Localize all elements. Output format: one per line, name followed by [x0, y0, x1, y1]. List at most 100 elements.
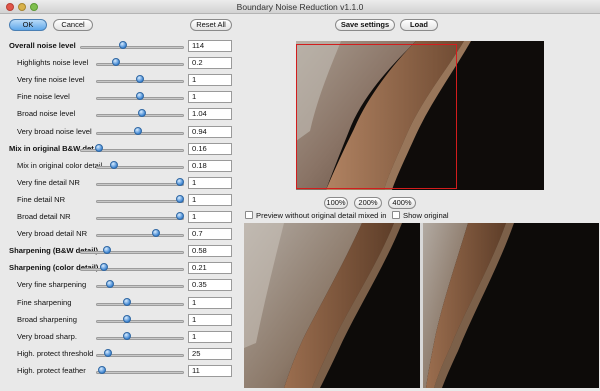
- slider-knob[interactable]: [105, 280, 114, 289]
- slider-row: Very fine detail NR 1: [0, 176, 240, 192]
- slider-track[interactable]: [96, 182, 184, 186]
- slider-label: Very broad detail NR: [17, 229, 88, 239]
- reset-all-button[interactable]: Reset All: [190, 19, 232, 31]
- slider-value-field[interactable]: 0.2: [188, 57, 232, 70]
- show-original-checkbox[interactable]: [392, 211, 400, 219]
- slider-value-field[interactable]: 0.58: [188, 245, 232, 258]
- preview-without-original-label: Preview without original detail mixed in: [256, 211, 387, 220]
- slider-value-field[interactable]: 1: [188, 330, 232, 343]
- slider-row: High. protect feather 11: [0, 364, 240, 380]
- slider-track[interactable]: [80, 268, 184, 272]
- slider-label: Highlights noise level: [17, 58, 89, 68]
- slider-knob[interactable]: [123, 314, 132, 323]
- slider-track[interactable]: [96, 336, 184, 340]
- split-preview-photo: [244, 223, 599, 388]
- slider-row: Very fine sharpening 0.35: [0, 278, 240, 294]
- slider-value-field[interactable]: 1.04: [188, 108, 232, 121]
- slider-row: Very fine noise level 1: [0, 73, 240, 89]
- slider-row: Mix in original color detail 0.18: [0, 159, 240, 175]
- slider-value-field[interactable]: 1: [188, 211, 232, 223]
- slider-value-field[interactable]: 114: [188, 40, 232, 52]
- zoom-200-button[interactable]: 200%: [354, 197, 382, 209]
- slider-value-field[interactable]: 1: [188, 296, 232, 309]
- slider-knob[interactable]: [176, 212, 184, 220]
- slider-knob[interactable]: [137, 109, 146, 118]
- slider-label: Fine noise level: [17, 92, 70, 102]
- slider-value-field[interactable]: 0.16: [188, 142, 232, 155]
- slider-row: Very broad noise level 0.94: [0, 125, 240, 141]
- slider-row: Fine sharpening 1: [0, 296, 240, 312]
- slider-knob[interactable]: [123, 331, 132, 340]
- slider-knob[interactable]: [104, 348, 112, 357]
- slider-row: Broad noise level 1.04: [0, 107, 240, 123]
- save-settings-button[interactable]: Save settings: [335, 19, 395, 31]
- slider-track[interactable]: [96, 199, 184, 203]
- slider-row: Very broad sharp. 1: [0, 330, 240, 346]
- slider-value-field[interactable]: 1: [188, 193, 232, 206]
- zoom-100-button[interactable]: 100%: [324, 197, 348, 209]
- split-preview[interactable]: [244, 223, 599, 388]
- cave-rock-photo: [296, 41, 544, 190]
- slider-knob[interactable]: [176, 177, 184, 186]
- slider-track[interactable]: [96, 302, 184, 306]
- slider-label: Very fine detail NR: [17, 177, 80, 187]
- slider-label: High. protect feather: [17, 365, 86, 375]
- ok-button[interactable]: OK: [9, 19, 47, 31]
- slider-label: Very broad noise level: [17, 126, 92, 136]
- slider-row: Mix in original B&W det. 0.16: [0, 142, 240, 158]
- slider-row: Overall noise level 114: [0, 39, 240, 55]
- slider-value-field[interactable]: 11: [188, 364, 232, 377]
- zoom-400-button[interactable]: 400%: [388, 197, 416, 209]
- slider-label: Broad detail NR: [17, 212, 71, 221]
- slider-row: Broad sharpening 1: [0, 313, 240, 329]
- slider-value-field[interactable]: 0.7: [188, 228, 232, 241]
- slider-value-field[interactable]: 0.18: [188, 159, 232, 172]
- slider-label: Fine sharpening: [17, 297, 72, 307]
- slider-value-field[interactable]: 0.94: [188, 125, 232, 138]
- slider-label: Broad sharpening: [17, 314, 77, 324]
- slider-row: Broad detail NR 1: [0, 210, 240, 226]
- slider-value-field[interactable]: 0.21: [188, 262, 232, 275]
- slider-label: Very fine sharpening: [17, 280, 87, 290]
- slider-value-field[interactable]: 25: [188, 347, 232, 360]
- slider-knob[interactable]: [95, 143, 104, 152]
- slider-track[interactable]: [96, 217, 184, 220]
- preview-image[interactable]: [296, 41, 544, 190]
- slider-row: High. protect threshold 25: [0, 347, 240, 363]
- slider-track[interactable]: [96, 165, 184, 169]
- slider-row: Fine detail NR 1: [0, 193, 240, 209]
- slider-value-field[interactable]: 1: [188, 176, 232, 189]
- slider-knob[interactable]: [176, 194, 184, 203]
- slider-row: Fine noise level 1: [0, 90, 240, 106]
- slider-knob[interactable]: [123, 297, 132, 306]
- slider-value-field[interactable]: 1: [188, 74, 232, 87]
- slider-track[interactable]: [96, 370, 184, 374]
- main-window: Boundary Noise Reduction v1.1.0 OK Cance…: [0, 0, 600, 391]
- preview-without-original-checkbox[interactable]: [245, 211, 253, 219]
- slider-label: Overall noise level: [9, 41, 76, 50]
- slider-value-field[interactable]: 0.35: [188, 279, 232, 292]
- slider-label: Very broad sharp.: [17, 331, 77, 341]
- cancel-button[interactable]: Cancel: [53, 19, 93, 31]
- load-button[interactable]: Load: [400, 19, 438, 31]
- slider-label: Broad noise level: [17, 109, 76, 119]
- title-bar: Boundary Noise Reduction v1.1.0: [0, 0, 600, 14]
- show-original-label: Show original: [403, 211, 449, 220]
- slider-track[interactable]: [80, 251, 184, 255]
- slider-value-field[interactable]: 1: [188, 91, 232, 104]
- slider-label: Mix in original color detail: [17, 160, 103, 170]
- slider-label: Fine detail NR: [17, 194, 66, 204]
- slider-knob[interactable]: [133, 126, 142, 135]
- window-title: Boundary Noise Reduction v1.1.0: [236, 2, 364, 12]
- slider-label: High. protect threshold: [17, 348, 94, 358]
- slider-label: Very fine noise level: [17, 75, 85, 85]
- slider-row: Very broad detail NR 0.7: [0, 227, 240, 243]
- slider-row: Sharpening (color detail) 0.21: [0, 261, 240, 277]
- slider-track[interactable]: [96, 63, 184, 67]
- slider-value-field[interactable]: 1: [188, 313, 232, 326]
- slider-row: Sharpening (B&W detail) 0.58: [0, 244, 240, 260]
- slider-track[interactable]: [80, 46, 184, 49]
- slider-track[interactable]: [96, 319, 184, 323]
- slider-row: Highlights noise level 0.2: [0, 56, 240, 72]
- slider-track[interactable]: [96, 234, 184, 238]
